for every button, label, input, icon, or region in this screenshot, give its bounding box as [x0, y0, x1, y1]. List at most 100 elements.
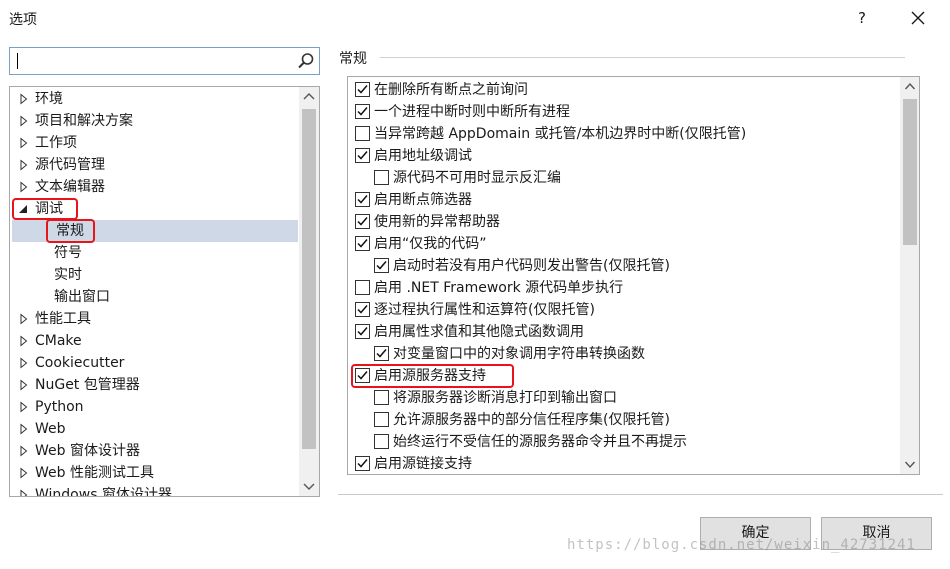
option-checkbox[interactable]	[374, 412, 389, 427]
expand-arrow-icon[interactable]	[18, 462, 30, 484]
expand-arrow-icon[interactable]	[18, 110, 30, 132]
options-scrollbar[interactable]	[900, 77, 919, 474]
option-checkbox[interactable]	[355, 324, 370, 339]
option-row[interactable]: 使用新的异常帮助器	[355, 211, 896, 233]
option-checkbox[interactable]	[355, 368, 370, 383]
tree-item[interactable]: 调试	[10, 198, 298, 220]
option-checkbox[interactable]	[374, 170, 389, 185]
search-input[interactable]	[9, 47, 320, 75]
expand-arrow-icon[interactable]	[18, 418, 30, 440]
option-row[interactable]: 当异常跨越 AppDomain 或托管/本机边界时中断(仅限托管)	[355, 123, 896, 145]
option-checkbox[interactable]	[374, 258, 389, 273]
expand-arrow-icon[interactable]	[18, 154, 30, 176]
option-row[interactable]: 启用地址级调试	[355, 145, 896, 167]
tree-item[interactable]: 项目和解决方案	[10, 110, 298, 132]
scroll-up-icon[interactable]	[900, 77, 920, 97]
tree-item-label: 常规	[56, 223, 84, 239]
tree-item[interactable]: 常规	[12, 220, 298, 242]
tree-item-label: 性能工具	[35, 311, 91, 327]
tree-item-label: 符号	[54, 245, 82, 261]
option-row[interactable]: 启用“仅我的代码”	[355, 233, 896, 255]
option-checkbox[interactable]	[355, 280, 370, 295]
option-row[interactable]: 启用属性求值和其他隐式函数调用	[355, 321, 896, 343]
option-checkbox[interactable]	[355, 148, 370, 163]
expand-arrow-icon[interactable]	[18, 484, 30, 497]
tree-item[interactable]: 源代码管理	[10, 154, 298, 176]
tree-item[interactable]: 实时	[10, 264, 298, 286]
checkmark-icon	[376, 349, 387, 358]
option-checkbox[interactable]	[355, 456, 370, 471]
option-row[interactable]: 启动时若没有用户代码则发出警告(仅限托管)	[374, 255, 896, 277]
scroll-thumb[interactable]	[302, 109, 316, 449]
tree-item[interactable]: Web 窗体设计器	[10, 440, 298, 462]
scroll-up-icon[interactable]	[299, 87, 319, 107]
scroll-thumb[interactable]	[903, 99, 917, 245]
expand-arrow-icon[interactable]	[18, 396, 30, 418]
tree-item[interactable]: 工作项	[10, 132, 298, 154]
tree-item[interactable]: 环境	[10, 88, 298, 110]
option-checkbox[interactable]	[374, 434, 389, 449]
close-button[interactable]	[902, 4, 934, 32]
option-checkbox[interactable]	[355, 214, 370, 229]
expand-arrow-icon[interactable]	[18, 132, 30, 154]
option-row[interactable]: 启用源链接支持	[355, 453, 896, 474]
option-label: 启用源服务器支持	[374, 368, 486, 384]
section-title: 常规	[339, 51, 367, 67]
tree-item[interactable]: Web 性能测试工具	[10, 462, 298, 484]
tree-scrollbar[interactable]	[299, 87, 319, 496]
option-row[interactable]: 允许源服务器中的部分信任程序集(仅限托管)	[374, 409, 896, 431]
tree-item[interactable]: 输出窗口	[10, 286, 298, 308]
checkmark-icon	[357, 107, 368, 116]
option-label: 启用源链接支持	[374, 456, 472, 472]
option-checkbox[interactable]	[355, 236, 370, 251]
tree-item[interactable]: Cookiecutter	[10, 352, 298, 374]
tree-item-label: Web 窗体设计器	[35, 443, 140, 459]
scroll-down-icon[interactable]	[299, 476, 319, 496]
expand-arrow-icon[interactable]	[18, 352, 30, 374]
tree-item-label: 调试	[35, 201, 63, 217]
options-list[interactable]: 在删除所有断点之前询问 一个进程中断时则中断所有进程 当异常跨越 AppDomain…	[347, 76, 920, 475]
tree-item[interactable]: NuGet 包管理器	[10, 374, 298, 396]
tree-item-label: Cookiecutter	[35, 355, 125, 371]
option-checkbox[interactable]	[374, 346, 389, 361]
option-checkbox[interactable]	[355, 104, 370, 119]
option-row[interactable]: 逐过程执行属性和运算符(仅限托管)	[355, 299, 896, 321]
option-row[interactable]: 对变量窗口中的对象调用字符串转换函数	[374, 343, 896, 365]
scroll-down-icon[interactable]	[900, 454, 920, 474]
option-checkbox[interactable]	[355, 302, 370, 317]
option-row[interactable]: 启用断点筛选器	[355, 189, 896, 211]
expand-arrow-icon[interactable]	[18, 374, 30, 396]
tree-item[interactable]: Python	[10, 396, 298, 418]
collapse-arrow-icon[interactable]	[18, 198, 30, 220]
option-row[interactable]: 启用 .NET Framework 源代码单步执行	[355, 277, 896, 299]
option-checkbox[interactable]	[355, 126, 370, 141]
option-label: 源代码不可用时显示反汇编	[393, 170, 561, 186]
option-checkbox[interactable]	[355, 192, 370, 207]
tree-item[interactable]: 文本编辑器	[10, 176, 298, 198]
option-checkbox[interactable]	[355, 82, 370, 97]
expand-arrow-icon[interactable]	[18, 330, 30, 352]
tree-item[interactable]: Web	[10, 418, 298, 440]
tree-item[interactable]: CMake	[10, 330, 298, 352]
option-row[interactable]: 始终运行不受信任的源服务器命令并且不再提示	[374, 431, 896, 453]
tree-item[interactable]: 性能工具	[10, 308, 298, 330]
options-tree[interactable]: 环境 项目和解决方案 工作项 源代码管理 文本编辑器调试常规符号实时输出窗口性能工具 CM…	[9, 86, 320, 497]
option-row[interactable]: 源代码不可用时显示反汇编	[374, 167, 896, 189]
expand-arrow-icon[interactable]	[18, 440, 30, 462]
tree-item[interactable]: 符号	[10, 242, 298, 264]
help-button[interactable]: ?	[848, 4, 876, 32]
search-icon[interactable]	[297, 52, 315, 70]
option-row[interactable]: 启用源服务器支持	[355, 365, 896, 387]
option-row[interactable]: 将源服务器诊断消息打印到输出窗口	[374, 387, 896, 409]
expand-arrow-icon[interactable]	[18, 176, 30, 198]
option-checkbox[interactable]	[374, 390, 389, 405]
expand-arrow-icon[interactable]	[18, 308, 30, 330]
expand-arrow-icon[interactable]	[18, 88, 30, 110]
tree-item[interactable]: Windows 窗体设计器	[10, 484, 298, 497]
option-row[interactable]: 在删除所有断点之前询问	[355, 79, 896, 101]
option-label: 启用属性求值和其他隐式函数调用	[374, 324, 584, 340]
checkmark-icon	[357, 239, 368, 248]
tree-item-label: 输出窗口	[54, 289, 110, 305]
option-row[interactable]: 一个进程中断时则中断所有进程	[355, 101, 896, 123]
checkmark-icon	[357, 459, 368, 468]
